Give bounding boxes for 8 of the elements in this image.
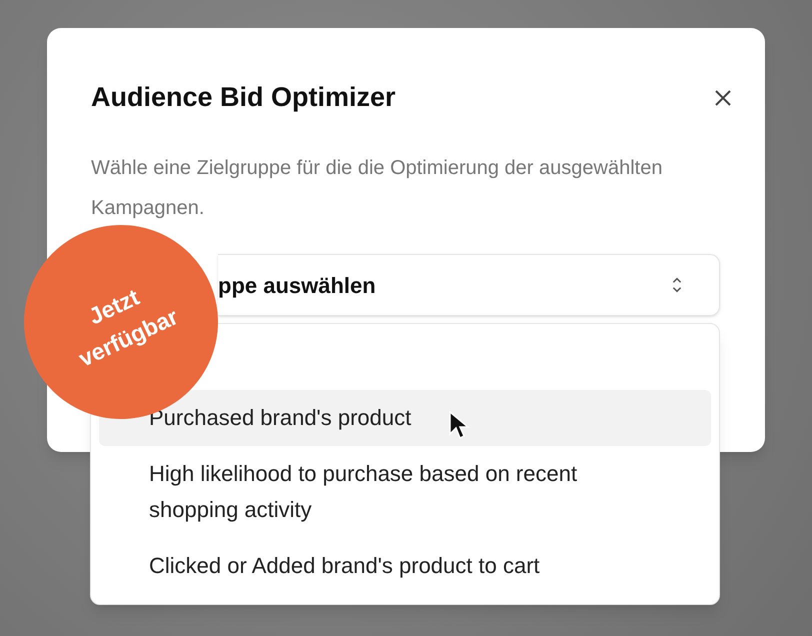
audience-select[interactable]: ppe auswählen: [218, 254, 720, 316]
dropdown-option[interactable]: Purchased brand's product: [99, 390, 711, 446]
chevron-updown-icon: [671, 276, 683, 294]
dialog-description: Wähle eine Zielgruppe für die die Optimierung der ausgewählten Kampagnen.: [91, 156, 664, 221]
dialog-title: Audience Bid Optimizer: [91, 81, 397, 114]
dropdown-option[interactable]: High likelihood to purchase based on recent shopping activity: [99, 446, 711, 538]
cursor-icon: [448, 410, 470, 440]
dropdown-option[interactable]: Clicked or Added brand's product to cart: [99, 538, 711, 594]
